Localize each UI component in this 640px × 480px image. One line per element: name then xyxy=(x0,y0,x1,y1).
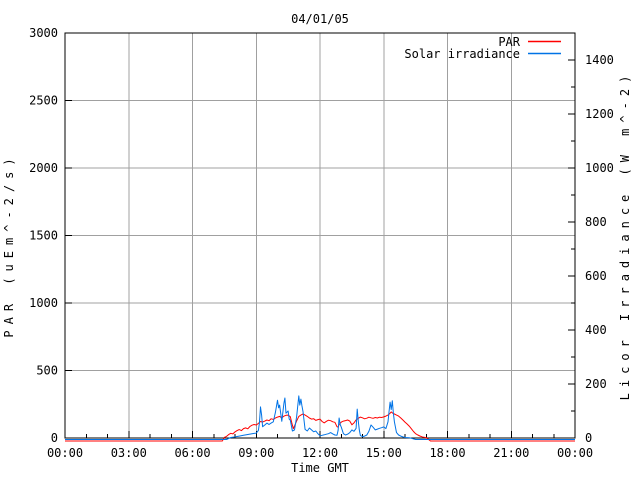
x-tick-label: 15:00 xyxy=(366,446,402,460)
x-tick-label: 21:00 xyxy=(493,446,529,460)
chart-title: 04/01/05 xyxy=(291,12,349,26)
y-right-tick-label: 0 xyxy=(585,431,592,445)
chart-canvas: 00:00 03:00 06:00 09:00 12:00 15:00 18:00 21:00… xyxy=(2,12,632,475)
y-left-tick-label: 1000 xyxy=(29,296,58,310)
y-right-tick-label: 1400 xyxy=(585,53,614,67)
x-tick-label: 00:00 xyxy=(557,446,593,460)
y-right-tick-label: 1200 xyxy=(585,107,614,121)
x-tick-label: 00:00 xyxy=(47,446,83,460)
y-left-tick-label: 1500 xyxy=(29,229,58,243)
y-left-tick-label: 0 xyxy=(51,431,58,445)
y-right-axis-label: Licor Irradiance (W m^-2) xyxy=(618,70,632,401)
y-right-tick-label: 400 xyxy=(585,323,607,337)
legend-label-solar-irradiance: Solar irradiance xyxy=(404,47,520,61)
y-right-tick-label: 1000 xyxy=(585,161,614,175)
y-left-tick-label: 2500 xyxy=(29,94,58,108)
x-tick-label: 03:00 xyxy=(111,446,147,460)
legend: PAR Solar irradiance xyxy=(404,35,561,61)
y-right-tick-label: 600 xyxy=(585,269,607,283)
x-tick-label: 18:00 xyxy=(429,446,465,460)
y-right-tick-label: 800 xyxy=(585,215,607,229)
y-left-tick-label: 500 xyxy=(36,364,58,378)
x-tick-label: 12:00 xyxy=(302,446,338,460)
y-left-axis-label: PAR (uEm^-2/s) xyxy=(2,152,16,337)
gridlines xyxy=(65,33,575,438)
y-left-tick-label: 3000 xyxy=(29,26,58,40)
x-axis-label: Time GMT xyxy=(291,461,349,475)
y-left-tick-label: 2000 xyxy=(29,161,58,175)
x-tick-label: 06:00 xyxy=(174,446,210,460)
par-solar-irradiance-chart: 00:00 03:00 06:00 09:00 12:00 15:00 18:00 21:00… xyxy=(0,0,640,480)
x-tick-label: 09:00 xyxy=(238,446,274,460)
y-right-tick-label: 200 xyxy=(585,377,607,391)
axes-and-ticks: 00:00 03:00 06:00 09:00 12:00 15:00 18:00 21:00… xyxy=(29,26,614,460)
